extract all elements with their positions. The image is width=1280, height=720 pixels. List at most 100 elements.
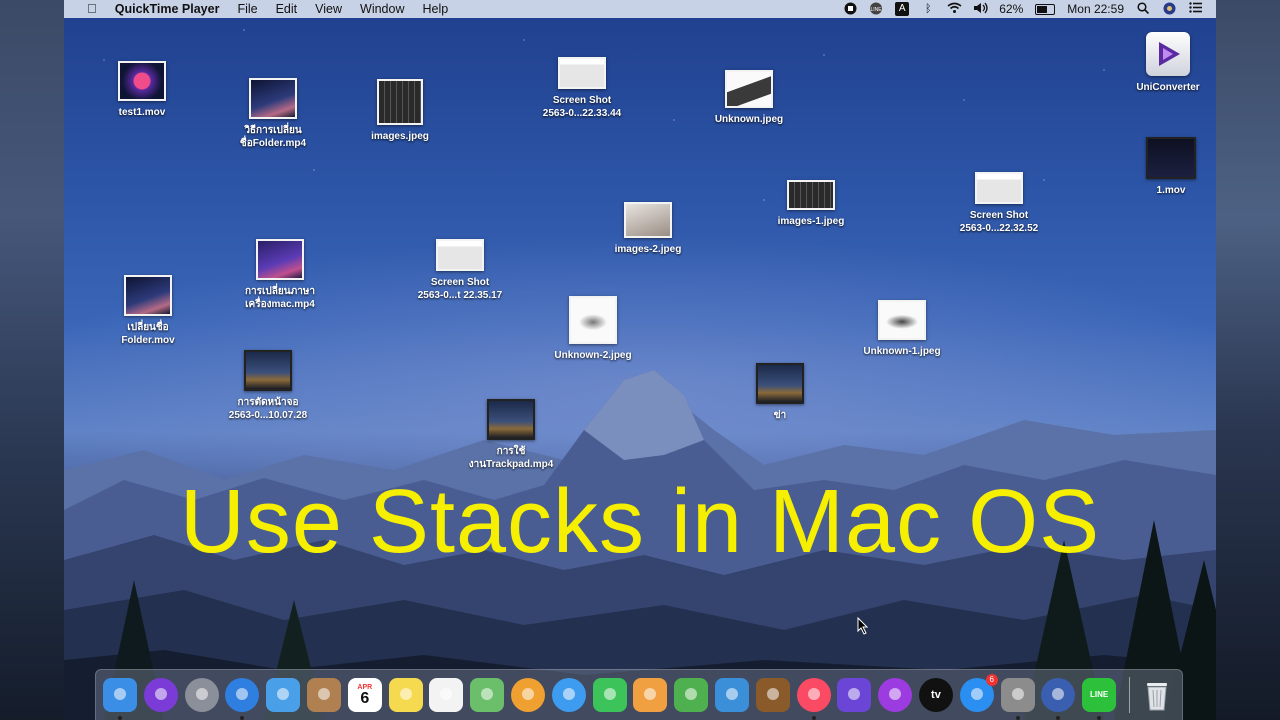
mouse-cursor-icon — [857, 617, 869, 635]
facetime-dock-item[interactable] — [592, 678, 627, 712]
video-thumbnail-icon — [1146, 137, 1196, 179]
calendar-dock-item[interactable]: APR 6 — [347, 678, 382, 712]
uniconverter-icon — [1146, 32, 1190, 76]
podcasts-dock-item[interactable] — [878, 678, 913, 712]
contacts-icon — [315, 685, 333, 705]
desktop-file-screen-capture[interactable]: การตัดหน้าจอ 2563-0...10.07.28 — [208, 350, 328, 422]
menu-window[interactable]: Window — [351, 0, 413, 18]
video-caption-title: Use Stacks in Mac OS — [179, 472, 1101, 572]
desktop-screen:  QuickTime Player File Edit View Window… — [64, 0, 1216, 720]
desktop-app-uniconverter[interactable]: UniConverter — [1108, 32, 1216, 94]
screenshot-thumbnail-icon — [558, 57, 606, 89]
desktop-file-screenshot-223252[interactable]: Screen Shot 2563-0...22.32.52 — [939, 172, 1059, 235]
image-thumbnail-icon — [244, 350, 292, 391]
menu-edit[interactable]: Edit — [267, 0, 307, 18]
desktop-file-kha[interactable]: ข่า — [720, 363, 840, 422]
photos-dock-item[interactable] — [510, 678, 545, 712]
wifi-icon[interactable] — [947, 2, 962, 16]
menu-file[interactable]: File — [228, 0, 266, 18]
siri-icon — [152, 685, 170, 705]
app-store-icon — [968, 685, 986, 705]
desktop-file-test1-mov[interactable]: test1.mov — [82, 61, 202, 119]
desktop-file-images-2-jpeg[interactable]: images-2.jpeg — [588, 202, 708, 256]
safari-dock-item[interactable] — [225, 678, 260, 720]
image-thumbnail-icon — [787, 180, 835, 210]
spotlight-search-icon[interactable] — [1136, 2, 1150, 16]
desktop-file-1-mov[interactable]: 1.mov — [1111, 137, 1216, 197]
bluetooth-icon[interactable]: ᛒ — [921, 2, 935, 16]
file-label: Unknown-2.jpeg — [554, 350, 632, 361]
running-indicator — [811, 716, 816, 720]
desktop-file-rename-folder-mov[interactable]: เปลี่ยนชื่อ Folder.mov — [88, 275, 208, 347]
dock: APR 6 tv 6 LINE — [95, 669, 1183, 720]
pages-dock-item[interactable] — [633, 678, 668, 712]
music-icon — [805, 685, 823, 705]
left-blur-bar — [0, 0, 64, 720]
numbers-dock-item[interactable] — [674, 678, 709, 712]
desktop-file-unknown-2-jpeg[interactable]: Unknown-2.jpeg — [533, 296, 653, 362]
file-label: UniConverter — [1136, 82, 1200, 93]
image-thumbnail-icon — [569, 296, 617, 344]
line-status-icon[interactable]: LINE — [869, 2, 883, 16]
menu-help[interactable]: Help — [413, 0, 457, 18]
desktop-file-images-jpeg[interactable]: images.jpeg — [340, 79, 460, 143]
app-menu[interactable]: QuickTime Player — [106, 0, 229, 18]
siri-dock-item[interactable] — [143, 678, 178, 712]
mail-icon — [274, 685, 292, 705]
desktop-file-screenshot-223344[interactable]: Screen Shot 2563-0...22.33.44 — [522, 57, 642, 120]
image-thumbnail-icon — [878, 300, 926, 340]
trash-icon — [1146, 683, 1167, 711]
music-dock-item[interactable] — [796, 678, 831, 720]
desktop-file-trackpad-mp4[interactable]: การใช้ งานTrackpad.mp4 — [451, 399, 571, 471]
user-avatar-icon[interactable] — [1162, 2, 1176, 16]
desktop-file-unknown-1-jpeg[interactable]: Unknown-1.jpeg — [842, 300, 962, 358]
reminders-dock-item[interactable] — [429, 678, 464, 712]
launchpad-dock-item[interactable] — [184, 678, 219, 712]
messages-dock-item[interactable] — [551, 678, 586, 712]
maps-dock-item[interactable] — [470, 678, 505, 712]
clock[interactable]: Mon 22:59 — [1067, 2, 1124, 16]
file-label: Unknown.jpeg — [714, 114, 784, 125]
desktop-file-unknown-jpeg[interactable]: Unknown.jpeg — [689, 70, 809, 126]
apple-menu-icon[interactable]:  — [78, 0, 106, 18]
svg-text:LINE: LINE — [871, 7, 883, 13]
input-source-icon[interactable]: A — [895, 2, 910, 16]
notes-dock-item[interactable] — [388, 678, 423, 712]
line-dock-item[interactable]: LINE — [1082, 678, 1117, 720]
desktop-file-images-1-jpeg[interactable]: images-1.jpeg — [751, 180, 871, 228]
menu-view[interactable]: View — [306, 0, 351, 18]
desktop-file-change-language-mp4[interactable]: การเปลี่ยนภาษา เครื่องmac.mp4 — [220, 239, 340, 311]
file-label: Screen Shot 2563-0...22.33.44 — [542, 95, 622, 119]
battery-icon[interactable] — [1035, 3, 1056, 15]
imovie-dock-item[interactable] — [837, 678, 872, 712]
volume-icon[interactable] — [973, 2, 988, 16]
finder-dock-item[interactable] — [103, 678, 137, 720]
file-label: 1.mov — [1156, 185, 1186, 196]
battery-percent[interactable]: 62% — [999, 2, 1023, 16]
video-thumbnail-icon — [487, 399, 535, 440]
file-label: images-1.jpeg — [777, 216, 845, 227]
trash-dock-item[interactable] — [1140, 678, 1174, 712]
quicktime-dock-item[interactable] — [1041, 678, 1076, 720]
running-indicator — [1056, 716, 1061, 720]
notification-center-icon[interactable] — [1188, 2, 1202, 16]
tv-dock-item[interactable]: tv — [918, 678, 953, 712]
desktop-file-screenshot-223517[interactable]: Screen Shot 2563-0...t 22.35.17 — [400, 239, 520, 302]
mail-dock-item[interactable] — [266, 678, 301, 712]
contacts-dock-item[interactable] — [306, 678, 341, 712]
garageband-dock-item[interactable] — [755, 678, 790, 712]
keynote-dock-item[interactable] — [714, 678, 749, 712]
app-store-dock-item[interactable]: 6 — [959, 674, 998, 712]
desktop-file-rename-folder-mp4[interactable]: วิธีการเปลี่ยน ชื่อFolder.mp4 — [213, 78, 333, 150]
imovie-icon — [845, 685, 863, 705]
file-label: images.jpeg — [371, 131, 429, 142]
messages-icon — [560, 685, 578, 705]
stop-recording-icon[interactable] — [843, 2, 857, 16]
garageband-icon — [764, 685, 782, 705]
system-preferences-icon — [1009, 685, 1027, 705]
system-preferences-dock-item[interactable] — [1000, 678, 1035, 720]
image-thumbnail-icon — [725, 70, 773, 108]
file-label: เปลี่ยนชื่อ Folder.mov — [121, 322, 175, 346]
running-indicator — [1097, 716, 1102, 720]
keynote-icon — [723, 685, 741, 705]
